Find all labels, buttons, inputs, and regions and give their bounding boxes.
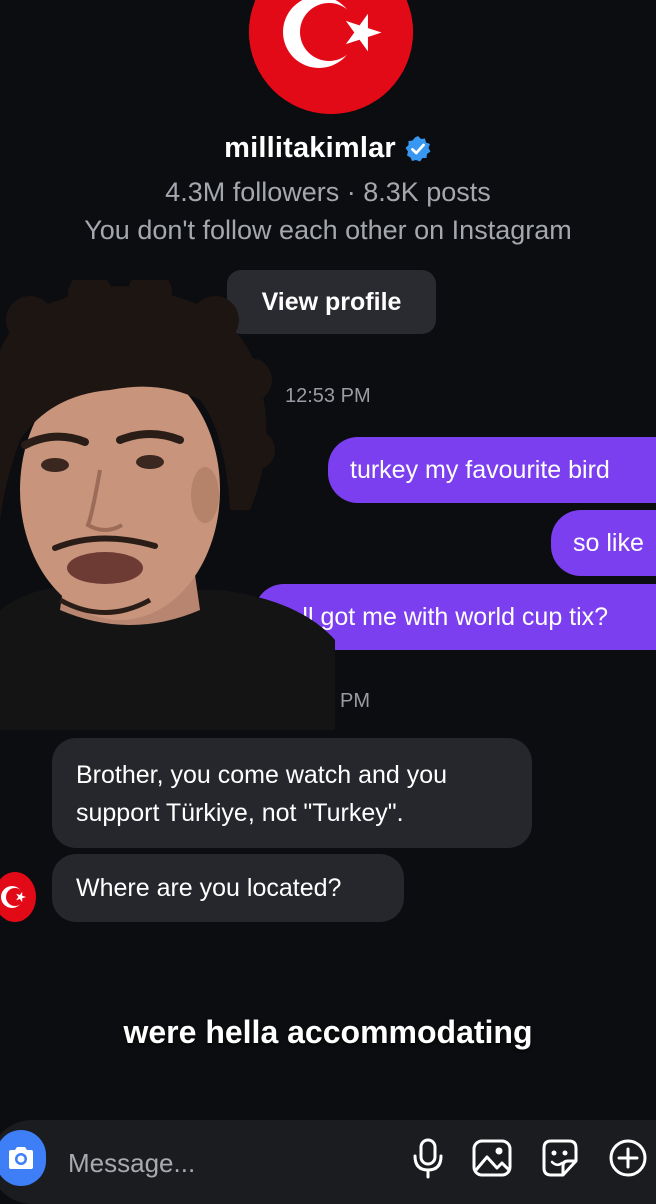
message-input[interactable] <box>66 1140 390 1186</box>
sticker-icon <box>542 1139 578 1177</box>
sticker-button[interactable] <box>538 1136 582 1180</box>
timestamp: PM <box>340 690 370 712</box>
follow-relation-text: You don't follow each other on Instagram <box>84 215 572 245</box>
turkish-flag-icon <box>1 886 26 908</box>
incoming-message-line: Brother, you come watch and you <box>76 761 448 789</box>
verified-badge-icon <box>405 135 431 161</box>
video-caption: were hella accommodating <box>123 1014 533 1050</box>
outgoing-message[interactable]: so like <box>551 510 656 576</box>
outgoing-message[interactable]: turkey my favourite bird <box>328 437 656 503</box>
profile-avatar[interactable] <box>249 0 413 114</box>
microphone-button[interactable] <box>406 1136 450 1180</box>
microphone-icon <box>413 1138 443 1179</box>
profile-username: millitakimlar <box>224 132 396 164</box>
incoming-message[interactable]: Brother, you come watch and you support … <box>52 738 532 848</box>
profile-stats: 4.3M followers · 8.3K posts <box>165 177 491 207</box>
add-button[interactable] <box>606 1136 650 1180</box>
incoming-message[interactable]: Where are you located? <box>52 854 404 922</box>
gallery-button[interactable] <box>470 1136 514 1180</box>
gallery-icon <box>472 1139 512 1177</box>
camera-button[interactable] <box>0 1130 46 1186</box>
incoming-message-line: support Türkiye, not "Turkey". <box>76 799 404 827</box>
camera-icon <box>9 1147 33 1169</box>
sender-avatar[interactable] <box>0 872 36 922</box>
turkish-flag-icon <box>249 0 413 114</box>
profile-username-row: millitakimlar <box>0 132 656 165</box>
person-video-overlay <box>0 270 340 730</box>
add-icon <box>609 1139 647 1177</box>
